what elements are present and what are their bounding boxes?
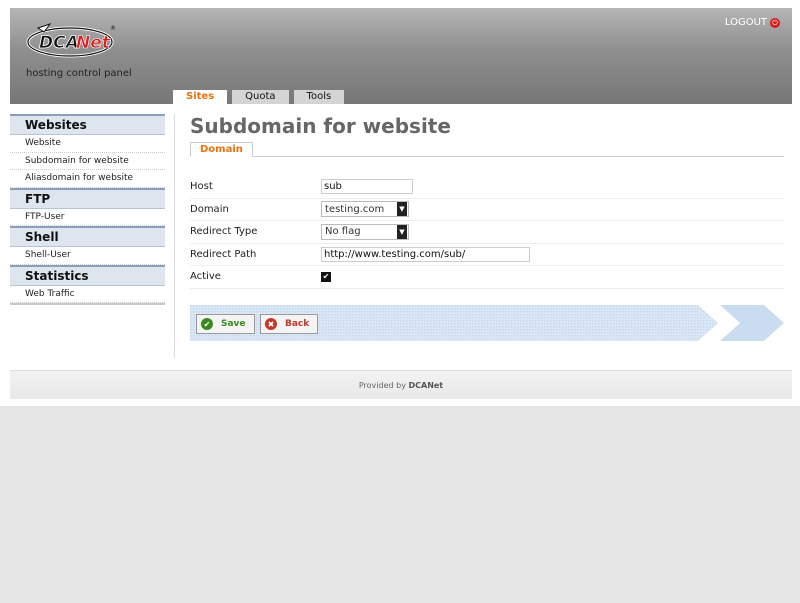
sidebar-section-statistics: Statistics Web Traffic: [10, 264, 165, 303]
domain-select[interactable]: testing.com ▼: [321, 201, 409, 218]
form-row-domain: Domain testing.com ▼: [190, 199, 784, 221]
sidebar-section-websites: Websites Website Subdomain for website A…: [10, 114, 165, 188]
redirect-type-label: Redirect Type: [190, 226, 258, 238]
sidebar-item-subdomain[interactable]: Subdomain for website: [10, 153, 165, 170]
sidebar: Websites Website Subdomain for website A…: [10, 114, 165, 305]
sidebar-heading: FTP: [10, 189, 165, 209]
back-label: Back: [285, 319, 310, 329]
save-button[interactable]: ✔ Save: [196, 314, 255, 334]
sidebar-section-shell: Shell Shell-User: [10, 226, 165, 265]
subdomain-form: Host sub Domain testing.com ▼ Redirect T…: [190, 176, 784, 289]
sidebar-heading: Statistics: [10, 266, 165, 286]
sidebar-item-ftp-user[interactable]: FTP-User: [10, 209, 165, 226]
sidebar-item-aliasdomain[interactable]: Aliasdomain for website: [10, 170, 165, 188]
domain-label: Domain: [190, 203, 229, 215]
tab-tools[interactable]: Tools: [293, 90, 345, 104]
vertical-divider: [174, 114, 175, 358]
redirect-path-input[interactable]: http://www.testing.com/sub/: [321, 246, 530, 262]
footer: Provided by DCANet: [10, 370, 792, 399]
check-icon: ✔: [201, 318, 213, 330]
tab-sites[interactable]: Sites: [173, 90, 228, 105]
save-label: Save: [221, 319, 246, 329]
sidebar-divider: [10, 303, 165, 305]
page-background: DCA Net ® hosting control panel LOGOUT ⏻…: [0, 0, 800, 406]
sidebar-heading: Websites: [10, 116, 165, 135]
subtab-bar: Domain: [190, 142, 784, 157]
redirect-type-select-value: No flag: [325, 226, 361, 238]
form-row-host: Host sub: [190, 176, 784, 199]
redirect-path-label: Redirect Path: [190, 248, 257, 260]
footer-prefix: Provided by: [358, 381, 406, 390]
domain-select-value: testing.com: [325, 203, 385, 215]
main-tabs: Sites Quota Tools: [173, 90, 345, 105]
tagline: hosting control panel: [26, 68, 132, 79]
tab-domain[interactable]: Domain: [190, 142, 253, 157]
cancel-icon: ✖: [265, 318, 277, 330]
active-label: Active: [190, 271, 221, 283]
host-input[interactable]: sub: [321, 179, 413, 195]
chevron-down-icon: ▼: [397, 202, 407, 217]
active-checkbox[interactable]: ✔: [321, 271, 331, 282]
sidebar-item-website[interactable]: Website: [10, 135, 165, 153]
back-button[interactable]: ✖ Back: [260, 314, 319, 334]
form-row-active: Active ✔: [190, 266, 784, 289]
power-icon: ⏻: [770, 17, 780, 28]
form-row-redirect-path: Redirect Path http://www.testing.com/sub…: [190, 244, 784, 266]
logout-button[interactable]: LOGOUT ⏻: [725, 17, 780, 28]
tab-quota[interactable]: Quota: [232, 90, 289, 104]
logout-label: LOGOUT: [724, 17, 767, 28]
main-content: Subdomain for website Domain Host sub Do…: [190, 114, 784, 341]
sidebar-section-ftp: FTP FTP-User: [10, 187, 165, 226]
header-bar: DCA Net ® hosting control panel LOGOUT ⏻…: [10, 8, 792, 105]
footer-brand-link[interactable]: DCANet: [408, 381, 443, 390]
redirect-type-select[interactable]: No flag ▼: [321, 223, 409, 240]
sidebar-item-shell-user[interactable]: Shell-User: [10, 247, 165, 265]
dcanet-logo[interactable]: DCA Net ®: [24, 18, 124, 62]
host-label: Host: [190, 181, 213, 193]
form-row-redirect-type: Redirect Type No flag ▼: [190, 221, 784, 244]
action-bar: ✔ Save ✖ Back: [190, 305, 784, 341]
svg-text:Net: Net: [76, 33, 111, 53]
sidebar-item-web-traffic[interactable]: Web Traffic: [10, 286, 165, 303]
page-title: Subdomain for website: [190, 114, 451, 138]
svg-text:DCA: DCA: [39, 33, 79, 53]
sidebar-heading: Shell: [10, 228, 165, 247]
svg-text:®: ®: [110, 25, 116, 32]
chevron-down-icon: ▼: [397, 224, 407, 239]
